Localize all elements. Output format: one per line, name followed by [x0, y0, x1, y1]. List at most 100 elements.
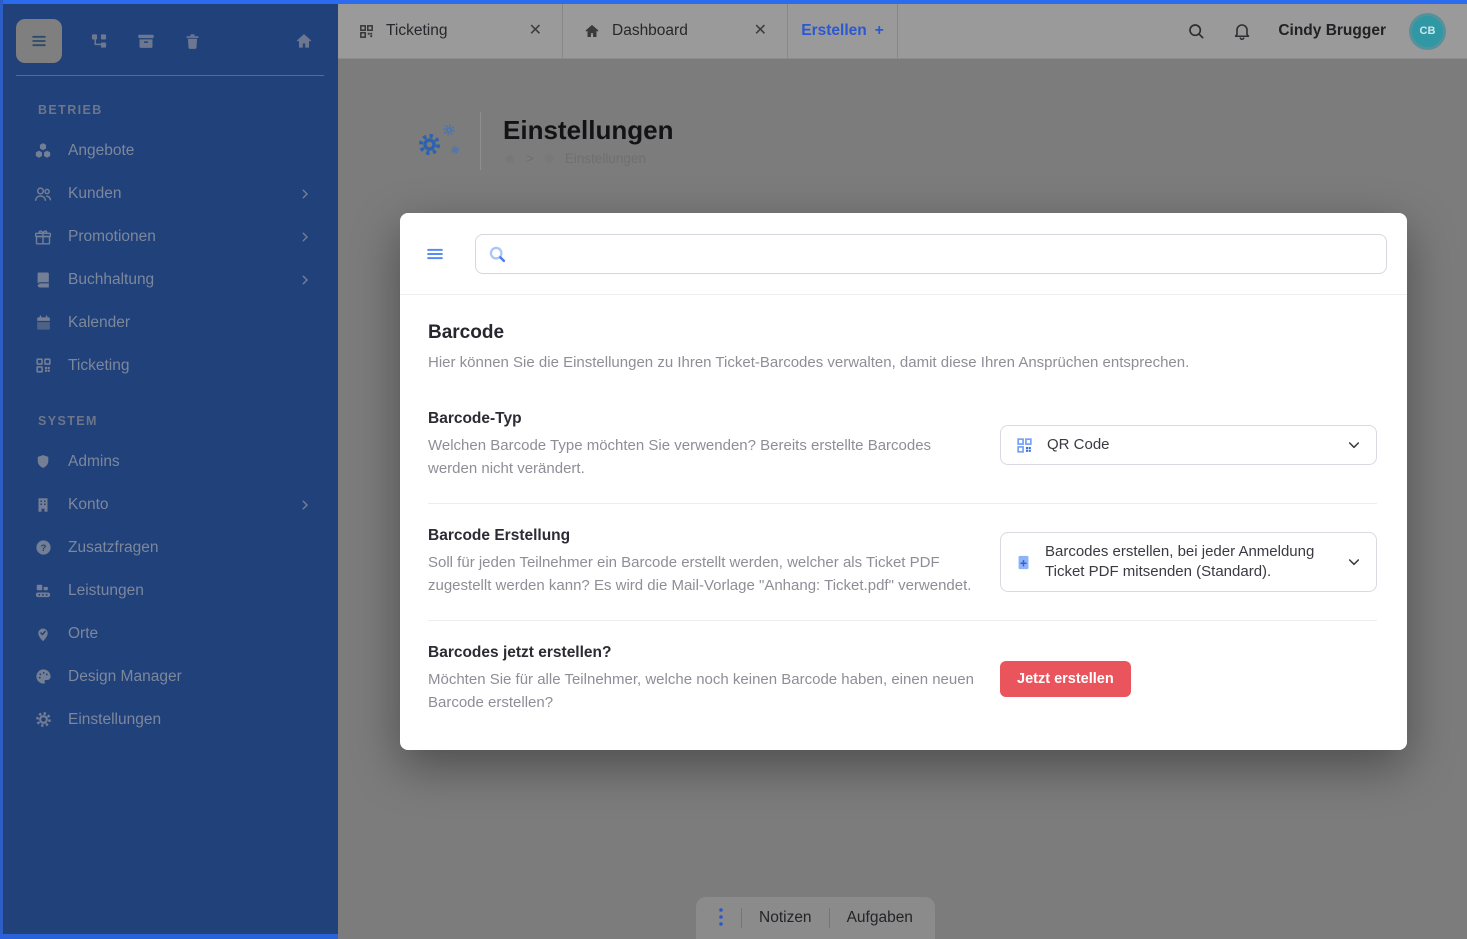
search-input[interactable]: [517, 245, 1375, 264]
gear-icon: [543, 152, 556, 165]
sidebar-item-angebote[interactable]: Angebote: [0, 129, 338, 172]
breadcrumb-separator: >: [526, 151, 534, 166]
sidebar-item-leistungen[interactable]: Leistungen: [0, 569, 338, 612]
window-accent-top: [0, 0, 1467, 4]
header-divider: [480, 112, 481, 170]
chevron-down-icon: [1346, 554, 1362, 570]
calendar-icon: [32, 313, 54, 332]
sidebar-item-label: Kunden: [68, 185, 121, 203]
search-icon: [487, 244, 508, 265]
topbar-actions: Cindy Brugger CB: [1186, 4, 1467, 58]
chevron-right-icon: [298, 230, 312, 244]
user-name[interactable]: Cindy Brugger: [1278, 22, 1386, 40]
section-title: Barcode: [428, 322, 1377, 344]
close-icon[interactable]: ✕: [754, 23, 767, 39]
sidebar-toolbar: [0, 4, 338, 75]
section-subtitle: Hier können Sie die Einstellungen zu Ihr…: [428, 354, 1377, 371]
tab-label: Dashboard: [612, 22, 688, 40]
modal-header: [400, 213, 1407, 294]
sidebar-item-zusatzfragen[interactable]: ? Zusatzfragen: [0, 526, 338, 569]
trash-icon[interactable]: [183, 32, 202, 51]
menu-icon[interactable]: [424, 243, 446, 265]
setting-description: Soll für jeden Teilnehmer ein Barcode er…: [428, 552, 976, 597]
tab-notizen[interactable]: Notizen: [759, 909, 812, 927]
home-icon[interactable]: [503, 152, 517, 166]
select-value: QR Code: [1047, 435, 1110, 455]
qr-icon: [32, 356, 54, 375]
kebab-icon[interactable]: [718, 906, 724, 930]
plus-icon: +: [875, 22, 884, 40]
footer-tabs: Notizen Aufgaben: [696, 897, 935, 939]
sidebar-section-betrieb: BETRIEB: [0, 76, 338, 129]
setting-label: Barcode-Typ: [428, 410, 976, 428]
sidebar-item-label: Leistungen: [68, 582, 144, 600]
sidebar-item-ticketing[interactable]: Ticketing: [0, 344, 338, 387]
palette-icon: [32, 667, 54, 686]
sidebar-item-label: Einstellungen: [68, 711, 161, 729]
users-icon: [32, 184, 54, 204]
file-plus-icon: [1015, 554, 1032, 571]
sidebar-item-orte[interactable]: Orte: [0, 612, 338, 655]
sidebar-item-konto[interactable]: Konto: [0, 483, 338, 526]
sidebar-item-label: Promotionen: [68, 228, 156, 246]
cubes-icon: [32, 141, 54, 161]
sidebar-item-admins[interactable]: Admins: [0, 440, 338, 483]
chevron-right-icon: [298, 273, 312, 287]
menu-icon: [29, 31, 49, 51]
sidebar-item-einstellungen[interactable]: Einstellungen: [0, 698, 338, 741]
home-icon[interactable]: [294, 31, 314, 51]
tab-ticketing[interactable]: Ticketing ✕: [338, 4, 563, 58]
question-icon: ?: [32, 538, 54, 557]
sidebar-item-design-manager[interactable]: Design Manager: [0, 655, 338, 698]
sidebar-item-label: Zusatzfragen: [68, 539, 158, 557]
sidebar-item-kalender[interactable]: Kalender: [0, 301, 338, 344]
building-icon: [32, 496, 54, 514]
sidebar-item-promotionen[interactable]: Promotionen: [0, 215, 338, 258]
qr-icon: [1015, 436, 1034, 455]
sidebar-item-label: Orte: [68, 625, 98, 643]
setting-row-barcodes-jetzt-erstellen: Barcodes jetzt erstellen? Möchten Sie fü…: [428, 620, 1377, 737]
location-pin-icon: [32, 625, 54, 643]
sidebar: BETRIEB Angebote Kunden Promotionen Buch…: [0, 4, 338, 939]
barcode-typ-select[interactable]: QR Code: [1000, 425, 1377, 465]
chevron-down-icon: [1346, 437, 1362, 453]
setting-row-barcode-typ: Barcode-Typ Welchen Barcode Type möchten…: [428, 387, 1377, 503]
select-value: Barcodes erstellen, bei jeder Anmeldung …: [1045, 542, 1333, 583]
sidebar-item-kunden[interactable]: Kunden: [0, 172, 338, 215]
footer-divider: [741, 908, 742, 928]
sidebar-item-label: Konto: [68, 496, 109, 514]
sitemap-icon[interactable]: [89, 31, 109, 51]
qr-icon: [358, 23, 375, 40]
setting-description: Welchen Barcode Type möchten Sie verwend…: [428, 435, 976, 480]
tab-label: Ticketing: [386, 22, 447, 40]
sidebar-item-label: Admins: [68, 453, 120, 471]
sidebar-item-label: Buchhaltung: [68, 271, 154, 289]
avatar[interactable]: CB: [1412, 16, 1443, 47]
services-icon: [32, 581, 54, 601]
tab-aufgaben[interactable]: Aufgaben: [847, 909, 913, 927]
sidebar-item-buchhaltung[interactable]: Buchhaltung: [0, 258, 338, 301]
window-accent-bottom: [0, 934, 338, 939]
menu-toggle-button[interactable]: [16, 19, 62, 63]
setting-description: Möchten Sie für alle Teilnehmer, welche …: [428, 669, 976, 714]
shield-icon: [32, 453, 54, 471]
barcode-erstellung-select[interactable]: Barcodes erstellen, bei jeder Anmeldung …: [1000, 532, 1377, 593]
breadcrumb-current: Einstellungen: [565, 151, 646, 166]
search-icon[interactable]: [1186, 21, 1206, 41]
page-header: Einstellungen > Einstellungen: [416, 112, 673, 170]
setting-label: Barcodes jetzt erstellen?: [428, 644, 976, 662]
modal-search-box[interactable]: [475, 234, 1387, 274]
settings-gears-icon: [416, 121, 458, 161]
sidebar-item-label: Design Manager: [68, 668, 182, 686]
archive-icon[interactable]: [136, 31, 156, 51]
book-icon: [32, 270, 54, 290]
tab-dashboard[interactable]: Dashboard ✕: [563, 4, 788, 58]
jetzt-erstellen-button[interactable]: Jetzt erstellen: [1000, 661, 1131, 697]
footer-divider: [829, 908, 830, 928]
svg-text:?: ?: [40, 543, 46, 554]
chevron-right-icon: [298, 187, 312, 201]
breadcrumb: > Einstellungen: [503, 151, 673, 166]
close-icon[interactable]: ✕: [529, 23, 542, 39]
tab-erstellen[interactable]: Erstellen +: [788, 4, 898, 58]
bell-icon[interactable]: [1232, 21, 1252, 41]
